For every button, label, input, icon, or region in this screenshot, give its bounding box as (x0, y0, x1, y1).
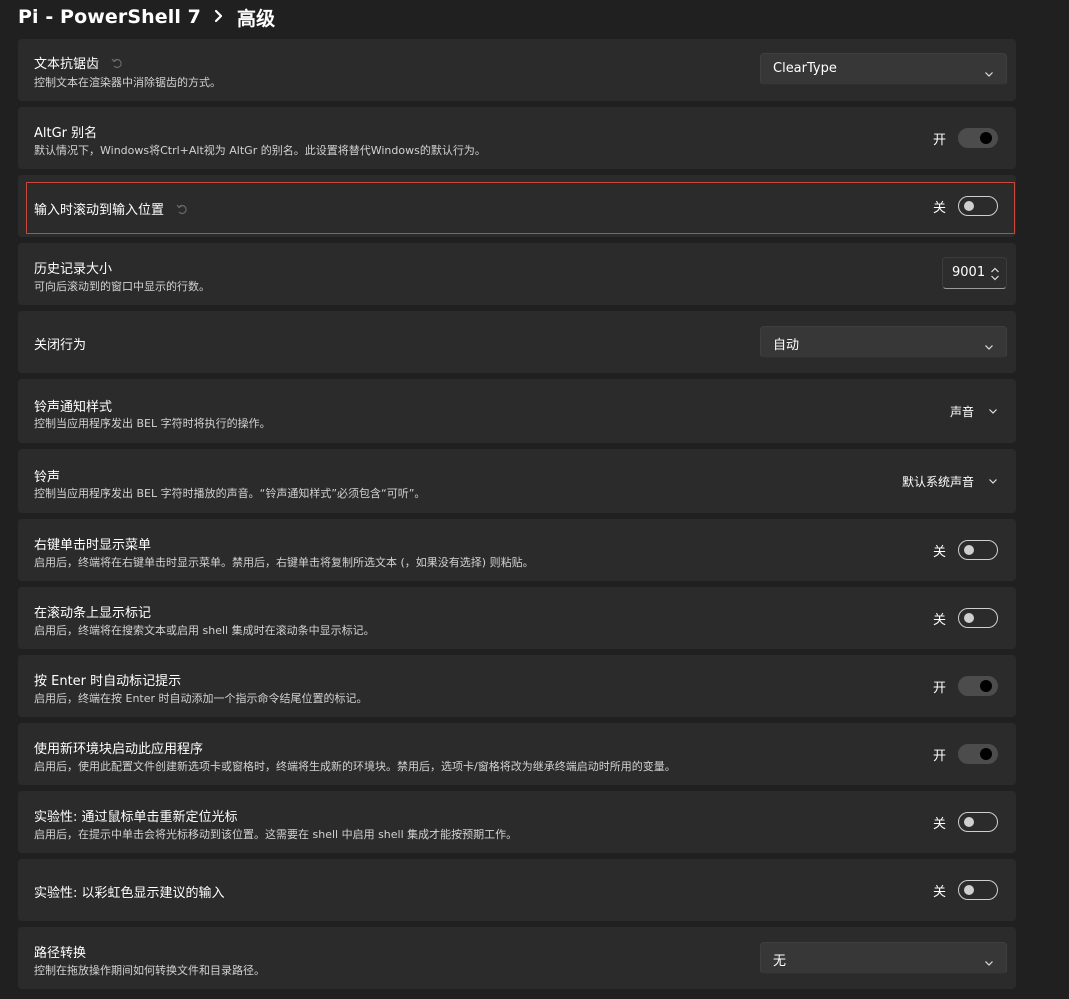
expander-value: 默认系统声音 (901, 475, 974, 489)
toggle-state-label: 关 (932, 612, 946, 628)
altgr-toggle[interactable] (958, 128, 998, 148)
setting-description: 控制在拖放操作期间如何转换文件和目录路径。 (34, 964, 265, 977)
toggle-state-label: 关 (932, 544, 946, 560)
setting-row-new-env: 使用新环境块启动此应用程序 启用后，使用此配置文件创建新选项卡或窗格时，终端将生… (18, 723, 1016, 785)
setting-title: 铃声 (34, 470, 61, 485)
setting-row-right-click-menu: 右键单击时显示菜单 启用后，终端将在右键单击时显示菜单。禁用后，右键单击将复制所… (18, 519, 1016, 581)
scroll-on-input-toggle-group: 关 (932, 196, 998, 216)
new-env-toggle-group: 开 (932, 744, 998, 764)
dropdown-value: 自动 (773, 338, 800, 353)
reposition-cursor-toggle[interactable] (958, 812, 998, 832)
setting-title: 实验性: 通过鼠标单击重新定位光标 (34, 810, 238, 825)
setting-description: 启用后，终端在按 Enter 时自动添加一个指示命令结尾位置的标记。 (34, 692, 368, 705)
setting-description: 默认情况下，Windows将Ctrl+Alt视为 AltGr 的别名。此设置将替… (34, 144, 486, 157)
setting-title: 关闭行为 (34, 338, 87, 353)
setting-row-path-translation: 路径转换 控制在拖放操作期间如何转换文件和目录路径。 无 (18, 927, 1016, 989)
setting-title: 使用新环境块启动此应用程序 (34, 742, 204, 757)
expander-value: 声音 (949, 405, 974, 419)
setting-title: 实验性: 以彩虹色显示建议的输入 (34, 886, 225, 901)
setting-title: 右键单击时显示菜单 (34, 538, 152, 553)
setting-row-scroll-on-input: 输入时滚动到输入位置 关 (18, 175, 1016, 237)
setting-description: 启用后，使用此配置文件创建新选项卡或窗格时，终端将生成新的环境块。禁用后，选项卡… (34, 760, 676, 773)
auto-mark-toggle[interactable] (958, 676, 998, 696)
setting-row-close-behavior: 关闭行为 自动 (18, 311, 1016, 373)
breadcrumb-page: 高级 (237, 7, 276, 30)
toggle-state-label: 开 (932, 132, 946, 148)
chevron-right-icon (213, 8, 225, 27)
toggle-knob (964, 545, 974, 555)
toggle-knob (964, 817, 974, 827)
setting-row-altgr: AltGr 别名 默认情况下，Windows将Ctrl+Alt视为 AltGr … (18, 107, 1016, 169)
altgr-toggle-group: 开 (932, 128, 998, 148)
toggle-knob (964, 613, 974, 623)
history-size-input[interactable]: 9001 (942, 257, 1007, 289)
scroll-on-input-toggle[interactable] (958, 196, 998, 216)
right-click-menu-toggle-group: 关 (932, 540, 998, 560)
reposition-cursor-toggle-group: 关 (932, 812, 998, 832)
setting-row-reposition-cursor: 实验性: 通过鼠标单击重新定位光标 启用后，在提示中单击会将光标移动到该位置。这… (18, 791, 1016, 853)
setting-row-bell-style: 铃声通知样式 控制当应用程序发出 BEL 字符时将执行的操作。 声音 (18, 379, 1016, 443)
chevron-down-icon (988, 475, 998, 489)
number-value: 9001 (952, 265, 986, 280)
setting-row-bell-sound: 铃声 控制当应用程序发出 BEL 字符时播放的声音。“铃声通知样式”必须包含“可… (18, 449, 1016, 513)
path-translation-dropdown[interactable]: 无 (760, 942, 1007, 974)
setting-description: 启用后，在提示中单击会将光标移动到该位置。这需要在 shell 中启用 shel… (34, 828, 518, 841)
antialias-dropdown[interactable]: ClearType (760, 53, 1007, 85)
setting-title: 路径转换 (34, 946, 87, 961)
settings-window: Pi - PowerShell 7 高级 文本抗锯齿 控制文本在渲染器中消除锯齿… (0, 0, 1069, 999)
scrollbar-marks-toggle[interactable] (958, 608, 998, 628)
setting-row-history: 历史记录大小 可向后滚动到的窗口中显示的行数。 9001 (18, 243, 1016, 305)
setting-description: 启用后，终端将在右键单击时显示菜单。禁用后，右键单击将复制所选文本 (，如果没有… (34, 556, 534, 569)
setting-title: 文本抗锯齿 (34, 53, 123, 73)
chevron-down-icon (984, 337, 994, 356)
setting-title: 在滚动条上显示标记 (34, 606, 152, 621)
setting-description: 控制当应用程序发出 BEL 字符时播放的声音。“铃声通知样式”必须包含“可听”。 (34, 487, 426, 500)
breadcrumb-profile[interactable]: Pi - PowerShell 7 (18, 6, 201, 28)
setting-description: 启用后，终端将在搜索文本或启用 shell 集成时在滚动条中显示标记。 (34, 624, 375, 637)
scrollbar-marks-toggle-group: 关 (932, 608, 998, 628)
reset-icon[interactable] (176, 203, 188, 219)
setting-title: 历史记录大小 (34, 262, 113, 277)
rainbow-toggle-group: 关 (932, 880, 998, 900)
setting-title: 铃声通知样式 (34, 400, 113, 415)
setting-title: 按 Enter 时自动标记提示 (34, 674, 182, 689)
chevron-down-icon (988, 405, 998, 419)
toggle-state-label: 关 (932, 884, 946, 900)
dropdown-value: 无 (773, 954, 787, 969)
toggle-state-label: 开 (932, 748, 946, 764)
setting-row-rainbow: 实验性: 以彩虹色显示建议的输入 关 (18, 859, 1016, 921)
right-click-menu-toggle[interactable] (958, 540, 998, 560)
setting-description: 可向后滚动到的窗口中显示的行数。 (34, 280, 210, 293)
dropdown-value: ClearType (773, 61, 837, 76)
new-env-toggle[interactable] (958, 744, 998, 764)
bell-style-expander[interactable]: 声音 (950, 403, 998, 420)
setting-description: 控制文本在渲染器中消除锯齿的方式。 (34, 76, 221, 89)
breadcrumb: Pi - PowerShell 7 高级 (18, 4, 275, 30)
chevron-down-icon (984, 953, 994, 972)
setting-title: AltGr 别名 (34, 126, 98, 141)
spin-arrows-icon[interactable] (990, 266, 1000, 285)
toggle-knob (980, 680, 992, 692)
close-behavior-dropdown[interactable]: 自动 (760, 326, 1007, 358)
toggle-state-label: 开 (932, 680, 946, 696)
toggle-knob (964, 201, 974, 211)
chevron-down-icon (984, 64, 994, 83)
toggle-knob (964, 885, 974, 895)
toggle-state-label: 关 (932, 200, 946, 216)
setting-row-scrollbar-marks: 在滚动条上显示标记 启用后，终端将在搜索文本或启用 shell 集成时在滚动条中… (18, 587, 1016, 649)
setting-row-auto-mark: 按 Enter 时自动标记提示 启用后，终端在按 Enter 时自动添加一个指示… (18, 655, 1016, 717)
auto-mark-toggle-group: 开 (932, 676, 998, 696)
toggle-knob (980, 132, 992, 144)
setting-row-antialias: 文本抗锯齿 控制文本在渲染器中消除锯齿的方式。 ClearType (18, 39, 1016, 101)
toggle-state-label: 关 (932, 816, 946, 832)
rainbow-toggle[interactable] (958, 880, 998, 900)
reset-icon[interactable] (111, 57, 123, 73)
bell-sound-expander[interactable]: 默认系统声音 (902, 473, 998, 490)
setting-title: 输入时滚动到输入位置 (34, 199, 188, 219)
toggle-knob (980, 748, 992, 760)
setting-description: 控制当应用程序发出 BEL 字符时将执行的操作。 (34, 417, 271, 430)
